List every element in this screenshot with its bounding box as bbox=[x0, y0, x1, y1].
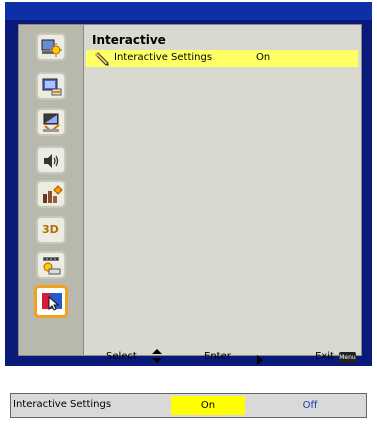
lan-icon[interactable] bbox=[36, 251, 66, 279]
footer-enter-label: Enter bbox=[204, 351, 231, 362]
up-down-arrow-icon bbox=[151, 348, 163, 368]
interactive-settings-bar: Interactive Settings On Off bbox=[10, 393, 367, 418]
3d-icon[interactable]: 3D bbox=[36, 216, 66, 244]
main-panel: Interactive Interactive Settings On Sele… bbox=[83, 24, 362, 365]
options-icon[interactable] bbox=[36, 180, 66, 208]
right-arrow-icon bbox=[256, 351, 264, 370]
submenu-label: Interactive Settings bbox=[13, 399, 112, 410]
osd-window: 3D Interactive Interactive Settings On S… bbox=[5, 2, 372, 366]
menu-item-label: Interactive Settings bbox=[114, 52, 213, 63]
footer-select-label: Select bbox=[106, 351, 137, 362]
setup-icon[interactable] bbox=[36, 108, 66, 136]
page-title: Interactive bbox=[92, 33, 166, 47]
footer-exit-label: Exit bbox=[315, 351, 334, 362]
3d-label: 3D bbox=[42, 223, 59, 236]
pencil-icon bbox=[94, 51, 110, 70]
menu-item-value: On bbox=[256, 52, 271, 63]
option-off[interactable]: Off bbox=[273, 396, 347, 415]
osd-title-bar bbox=[5, 2, 372, 20]
image-settings-icon[interactable] bbox=[36, 33, 66, 61]
menu-key-icon: Menu bbox=[339, 352, 356, 363]
interactive-icon[interactable] bbox=[34, 285, 68, 318]
menu-item-interactive-settings[interactable]: Interactive Settings On bbox=[86, 50, 358, 67]
sidebar: 3D bbox=[18, 24, 84, 356]
option-on[interactable]: On bbox=[171, 396, 245, 415]
audio-icon[interactable] bbox=[36, 146, 66, 174]
display-icon[interactable] bbox=[36, 72, 66, 100]
